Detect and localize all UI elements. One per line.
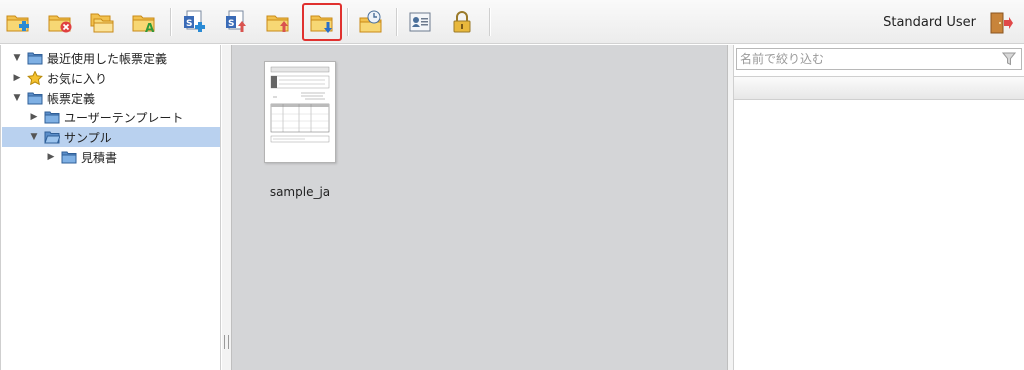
star-icon [27,71,43,85]
tree-expander[interactable]: ▶ [28,112,40,122]
tree-item-label: サンプル [64,130,112,145]
toolbar-separator [347,8,348,36]
download-folder-icon [310,15,333,33]
download-folder-button[interactable] [302,3,342,41]
copy-folder-icon [90,13,114,33]
folder-icon [27,52,43,65]
history-folder-button[interactable] [353,4,389,40]
tree-item-label: 見積書 [81,150,118,165]
folder-icon [44,111,60,124]
logout-button[interactable] [988,10,1014,36]
add-form-button[interactable]: S [176,4,212,40]
upload-folder-button[interactable] [260,4,296,40]
tree-item-label: ユーザーテンプレート [64,110,184,125]
user-card-button[interactable] [402,4,438,40]
delete-folder-icon [48,15,72,33]
tree-expander[interactable]: ▼ [11,93,23,103]
name-filter-input[interactable] [740,51,995,67]
new-folder-button[interactable] [0,4,36,40]
rename-folder-icon: A [132,15,155,35]
tree-item-recent[interactable]: ▼ 最近使用した帳票定義 [11,48,167,68]
tree-expander[interactable]: ▼ [28,132,40,142]
tree-item-label: 帳票定義 [47,91,96,106]
form-preview-icon [270,66,330,143]
splitter-grip-icon[interactable] [224,335,229,349]
toolbar-separator [170,8,171,36]
svg-text:S: S [186,19,192,29]
tree-item-favorites[interactable]: ▶ お気に入り [11,68,107,88]
tree-item-user-templates[interactable]: ▶ ユーザーテンプレート [28,107,184,127]
user-name-label: Standard User [883,15,976,30]
tree-item-samples[interactable]: ▼ サンプル [2,127,220,147]
upload-folder-icon [266,15,289,32]
filter-funnel-icon[interactable] [1002,52,1016,66]
svg-text:A: A [145,21,155,35]
lock-button[interactable] [444,4,480,40]
tree-expander[interactable]: ▶ [11,73,23,83]
filter-box [736,48,1022,70]
tree-expander[interactable]: ▼ [11,53,23,63]
add-form-icon: S [184,10,205,32]
tree-item-quotation[interactable]: ▶ 見積書 [45,147,117,167]
lock-icon [453,11,471,33]
upload-form-icon: S [226,10,246,32]
logout-door-icon [990,12,1013,34]
copy-folder-button[interactable] [84,4,120,40]
tree-expander[interactable]: ▶ [45,152,57,162]
detail-panel [733,45,1024,370]
detail-list-header [734,76,1024,100]
svg-text:S: S [228,19,234,29]
upload-form-button[interactable]: S [218,4,254,40]
tree-item-label: 最近使用した帳票定義 [47,51,168,66]
user-card-icon [409,12,431,32]
toolbar-separator [396,8,397,36]
toolbar-separator [489,8,490,36]
tree-item-form-definitions[interactable]: ▼ 帳票定義 [11,88,95,108]
folder-open-icon [44,131,60,144]
form-name-label[interactable]: sample_ja [246,185,354,199]
history-folder-icon [359,10,382,33]
form-thumbnail[interactable] [264,61,336,163]
rename-folder-button[interactable]: A [126,4,162,40]
new-folder-icon [6,15,29,32]
form-list-panel: sample_ja [231,45,728,370]
folder-tree-panel: ▼ 最近使用した帳票定義 ▶ お気に入り ▼ 帳票定義 ▶ ユーザーテンプレート… [0,45,221,370]
folder-icon [61,151,77,164]
delete-folder-button[interactable] [42,4,78,40]
tree-item-label: お気に入り [47,71,108,86]
folder-icon [27,92,43,105]
toolbar: A S S Standard User [0,0,1024,44]
panel-splitter[interactable] [222,45,231,370]
